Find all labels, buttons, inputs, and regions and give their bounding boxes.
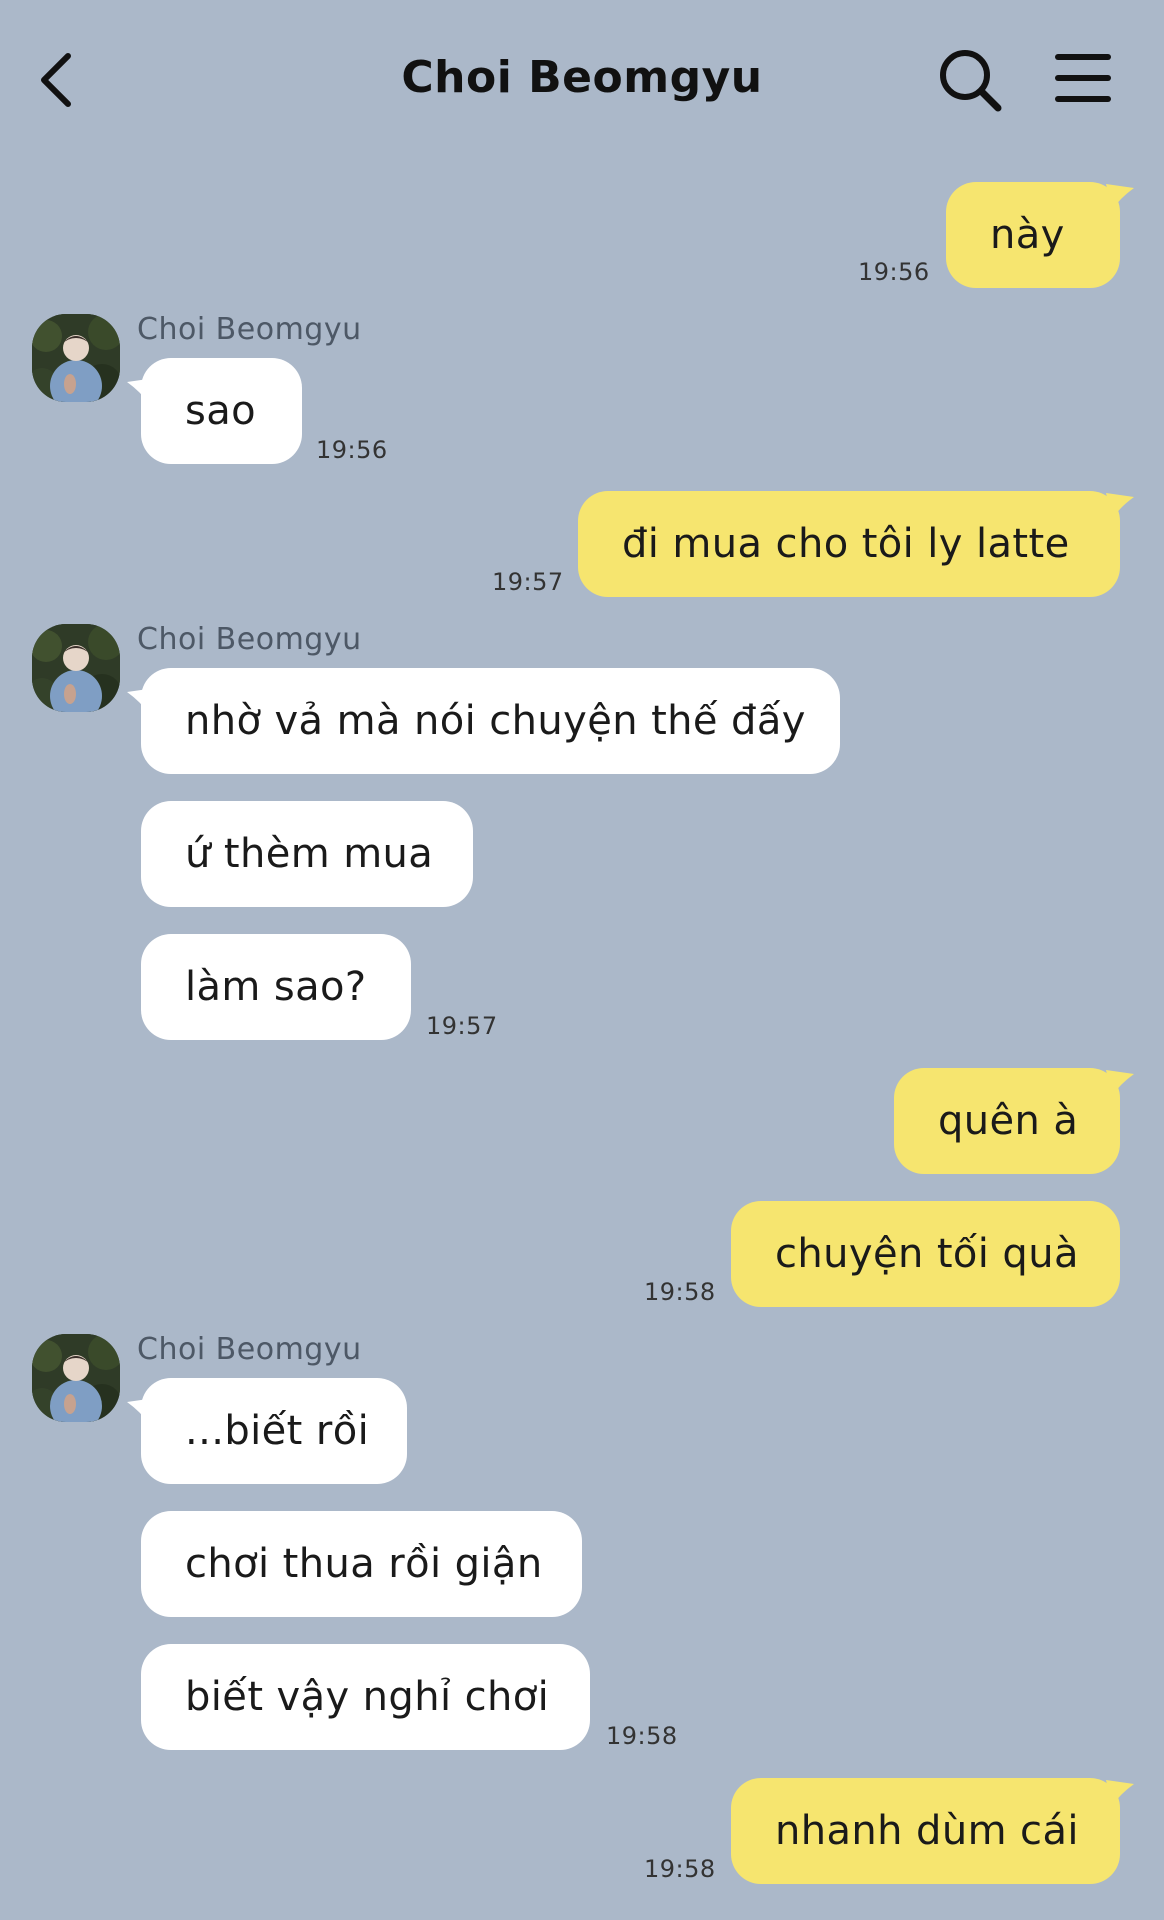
sender-name: Choi Beomgyu (137, 312, 362, 347)
message-timestamp: 19:56 (316, 436, 388, 464)
my-message-bubble[interactable]: chuyện tối quà (731, 1201, 1120, 1307)
their-message-bubble[interactable]: ...biết rồi (141, 1378, 407, 1484)
message-timestamp: 19:57 (426, 1012, 498, 1040)
avatar[interactable] (32, 314, 120, 402)
my-message-bubble[interactable]: này (946, 182, 1120, 288)
my-message-bubble[interactable]: quên à (894, 1068, 1120, 1174)
their-message-bubble[interactable]: biết vậy nghỉ chơi (141, 1644, 590, 1750)
bubble-tail (1106, 493, 1134, 519)
their-message-bubble[interactable]: chơi thua rồi giận (141, 1511, 582, 1617)
avatar[interactable] (32, 624, 120, 712)
my-message-bubble[interactable]: nhanh dùm cái (731, 1778, 1120, 1884)
message-timestamp: 19:58 (606, 1722, 678, 1750)
message-timestamp: 19:56 (858, 258, 930, 286)
bubble-tail (1106, 184, 1134, 210)
bubble-tail (127, 1398, 155, 1424)
their-message-bubble[interactable]: nhờ vả mà nói chuyện thế đấy (141, 668, 840, 774)
sender-name: Choi Beomgyu (137, 622, 362, 657)
their-message-bubble[interactable]: ứ thèm mua (141, 801, 473, 907)
bubble-tail (127, 378, 155, 404)
message-timestamp: 19:58 (644, 1278, 716, 1306)
message-list: này 19:56 sao Choi Beomgyu 19:56 đi mua cho t… (0, 0, 1164, 1920)
their-message-bubble[interactable]: sao (141, 358, 302, 464)
bubble-tail (1106, 1070, 1134, 1096)
sender-name: Choi Beomgyu (137, 1332, 362, 1367)
message-timestamp: 19:57 (492, 568, 564, 596)
my-message-bubble[interactable]: đi mua cho tôi ly latte (578, 491, 1120, 597)
their-message-bubble[interactable]: làm sao? (141, 934, 411, 1040)
bubble-tail (127, 688, 155, 714)
message-timestamp: 19:58 (644, 1855, 716, 1883)
avatar[interactable] (32, 1334, 120, 1422)
bubble-tail (1106, 1780, 1134, 1806)
